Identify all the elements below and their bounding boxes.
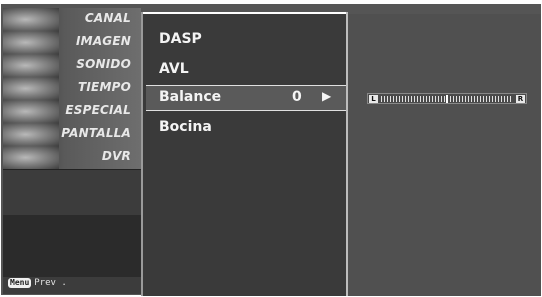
sidebar-item-label: DVR <box>101 149 131 163</box>
menu-option-label: AVL <box>159 61 189 77</box>
sidebar: CANAL IMAGEN SONIDO TIEMPO ESPECIAL PANT… <box>3 8 141 294</box>
balance-slider[interactable]: L R <box>367 93 527 104</box>
screen-icon <box>3 123 59 146</box>
menu-option-balance[interactable]: Balance 0 ▶ <box>146 86 346 110</box>
menu-prev-hint: Menu Prev . <box>8 278 67 288</box>
sidebar-item-label: TIEMPO <box>78 80 131 94</box>
menu-key-icon: Menu <box>8 278 32 288</box>
menu-option-label: Balance <box>159 89 222 105</box>
sidebar-item-label: PANTALLA <box>61 126 131 140</box>
slider-left-label: L <box>369 95 378 103</box>
speaker-icon <box>3 54 59 77</box>
menu-option-avl[interactable]: AVL <box>146 58 346 82</box>
sidebar-item-tiempo[interactable]: TIEMPO <box>3 77 141 101</box>
sidebar-item-label: CANAL <box>84 11 131 25</box>
menu-option-label: Bocina <box>159 119 212 135</box>
balance-value: 0 <box>292 89 302 105</box>
prev-label: Prev . <box>34 278 67 288</box>
sound-options-panel <box>142 14 347 296</box>
value-panel <box>348 14 541 296</box>
clock-icon <box>3 77 59 100</box>
tv-remote-icon <box>3 8 59 31</box>
sidebar-item-label: SONIDO <box>76 57 131 71</box>
sidebar-item-label: ESPECIAL <box>65 103 131 117</box>
divider <box>146 110 346 111</box>
slider-thumb[interactable] <box>446 95 448 103</box>
menu-option-label: DASP <box>159 31 202 47</box>
sidebar-item-imagen[interactable]: IMAGEN <box>3 31 141 55</box>
film-reel-icon <box>3 31 59 54</box>
sidebar-item-canal[interactable]: CANAL <box>3 8 141 32</box>
sidebar-item-label: IMAGEN <box>76 34 131 48</box>
menu-option-bocina[interactable]: Bocina <box>146 116 346 140</box>
slider-right-label: R <box>516 95 525 103</box>
menu-option-dasp[interactable]: DASP <box>146 28 346 52</box>
special-tag-icon <box>3 100 59 123</box>
sidebar-empty-area <box>3 215 141 277</box>
panel-border <box>141 12 143 296</box>
sidebar-item-pantalla[interactable]: PANTALLA <box>3 123 141 147</box>
sidebar-item-sonido[interactable]: SONIDO <box>3 54 141 78</box>
sidebar-item-especial[interactable]: ESPECIAL <box>3 100 141 124</box>
tv-osd-screen: CANAL IMAGEN SONIDO TIEMPO ESPECIAL PANT… <box>0 0 542 297</box>
sidebar-item-dvr[interactable]: DVR <box>3 146 141 170</box>
arrow-right-icon: ▶ <box>322 89 332 103</box>
disc-icon <box>3 146 59 169</box>
panel-border <box>142 12 347 14</box>
